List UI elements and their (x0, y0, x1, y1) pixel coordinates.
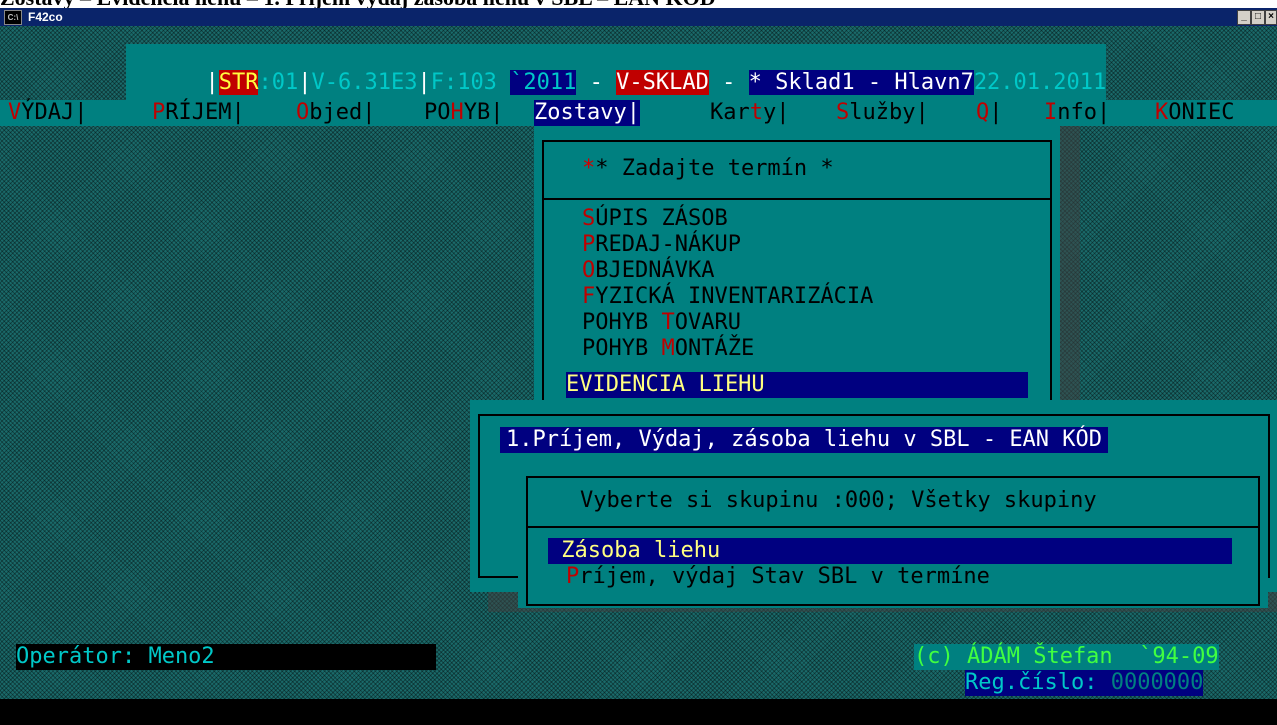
panel-shadow (1058, 126, 1080, 426)
console-area: |STR:01|V-6.31E3|F:103 `2011 - V-SKLAD -… (0, 26, 1277, 725)
warehouse-label: * Sklad1 - Hlavn7 (748, 70, 974, 95)
menu-zostavy[interactable]: Zostavy| (534, 100, 640, 126)
menu-koniec[interactable]: KONIEC (1155, 100, 1234, 126)
zostavy-heading: ** Zadajte termín * (582, 156, 834, 181)
list-item-pohyb-montaze[interactable]: POHYB MONTÁŽE (582, 336, 754, 362)
maximize-button[interactable]: □ (1251, 10, 1265, 25)
zostavy-panel: ** Zadajte termín * SÚPIS ZÁSOB PREDAJ-N… (534, 126, 1060, 434)
list-item-predaj-nakup[interactable]: PREDAJ-NÁKUP (582, 232, 741, 258)
menu-objed[interactable]: Objed| (296, 100, 375, 126)
list-item-inventarizacia[interactable]: FYZICKÁ INVENTARIZÁCIA (582, 284, 873, 310)
menu-vydaj[interactable]: VÝDAJ| (8, 100, 87, 126)
reg-value: 0000000 (1110, 670, 1204, 695)
date-label: 22.01.2011 (973, 70, 1107, 95)
menu-prijem[interactable]: PRÍJEM| (152, 100, 245, 126)
list-item-evidencia-liehu[interactable]: EVIDENCIA LIEHU (566, 372, 1028, 398)
module-label: V-SKLAD (616, 70, 709, 95)
reg-label: Reg.číslo: (965, 670, 1098, 695)
group-prompt: Vyberte si skupinu :000; Všetky skupiny (580, 488, 1097, 513)
list-item-supis-zasob[interactable]: SÚPIS ZÁSOB (582, 206, 728, 232)
menu-pohyb[interactable]: POHYB| (424, 100, 504, 126)
operator-label: Operátor: Meno2 (16, 644, 436, 670)
minimize-button[interactable]: _ (1237, 10, 1251, 25)
option-prijem-vydaj[interactable]: Príjem, výdaj Stav SBL v termíne (566, 564, 990, 590)
option-zasoba-liehu[interactable]: Zásoba liehu (548, 538, 1232, 564)
menu-info[interactable]: Info| (1044, 100, 1110, 126)
registration: Reg.číslo: 0000000 (965, 670, 1204, 696)
title-bar: C:\ F42co _ □ × (0, 8, 1277, 26)
menu-q[interactable]: Q| (976, 100, 1003, 126)
menu-sluzby[interactable]: Služby| (836, 100, 929, 126)
bottom-bar (0, 699, 1277, 725)
menu-karty[interactable]: Karty| (710, 100, 790, 126)
list-item-objednavka[interactable]: OBJEDNÁVKA (582, 258, 714, 284)
page-indicator: :01 (258, 70, 299, 95)
list-item-pohyb-tovaru[interactable]: POHYB TOVARU (582, 310, 741, 336)
evidencia-title: 1.Príjem, Výdaj, zásoba liehu v SBL - EA… (500, 427, 1109, 453)
firm-label: F:103 (430, 70, 497, 95)
window-title: F42co (28, 10, 63, 24)
console-icon: C:\ (4, 10, 22, 25)
group-dialog: Vyberte si skupinu :000; Všetky skupiny … (518, 468, 1268, 608)
console-window: C:\ F42co _ □ × |STR:01|V-6.31E3|F:103 `… (0, 0, 1277, 725)
close-button[interactable]: × (1265, 10, 1277, 25)
copyright-label: (c) ÁDÁM Štefan `94-09 (914, 644, 1219, 670)
year-label: `2011 (510, 70, 577, 95)
version-label: V-6.31E3 (311, 70, 418, 95)
main-menu: VÝDAJ| PRÍJEM| Objed| POHYB| Zostavy| Ka… (0, 100, 1277, 126)
str-label: STR (218, 70, 259, 95)
